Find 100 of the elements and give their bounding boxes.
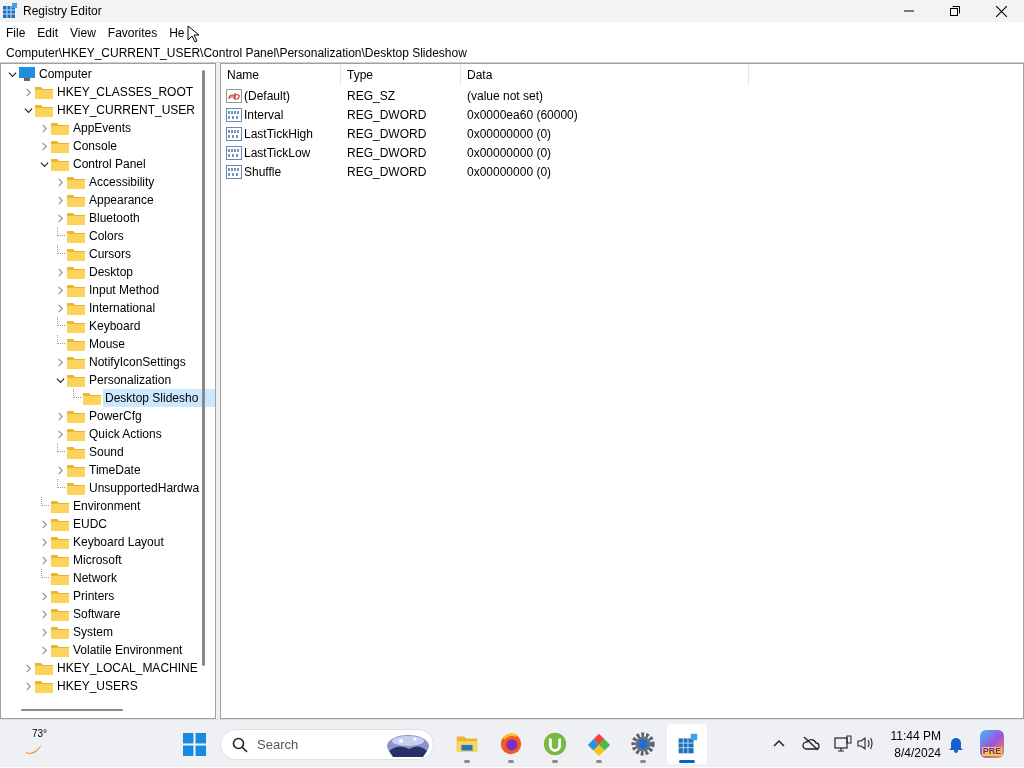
column-header[interactable]: Data [461,64,749,86]
value-type: REG_DWORD [347,126,427,141]
tree-item[interactable]: Control Panel [71,155,148,173]
expand-chevron-icon[interactable] [55,213,65,223]
folder-icon [67,427,85,441]
collapse-chevron-icon[interactable] [23,105,33,115]
expand-chevron-icon[interactable] [39,141,49,151]
collapse-chevron-icon[interactable] [7,69,17,79]
expand-chevron-icon[interactable] [55,303,65,313]
tree-item[interactable]: Keyboard [87,317,143,335]
notification-bell-icon[interactable] [948,735,964,753]
tree-item[interactable]: Appearance [87,191,156,209]
clock-date[interactable]: 8/4/2024 [894,744,941,762]
tree-item[interactable]: HKEY_CURRENT_USER [55,101,198,119]
value-name[interactable]: LastTickHigh [244,124,313,143]
horizontal-scrollbar[interactable] [21,709,123,711]
expand-chevron-icon[interactable] [39,537,49,547]
expand-chevron-icon[interactable] [55,177,65,187]
tree-item[interactable]: HKEY_CLASSES_ROOT [55,83,196,101]
chevron-up-icon[interactable] [773,739,785,747]
expand-chevron-icon[interactable] [23,663,33,673]
menu-item[interactable]: File [0,22,32,43]
tree-item[interactable]: Desktop Slidesho [103,389,215,407]
value-name[interactable]: LastTickLow [244,143,311,162]
tree-item[interactable]: PowerCfg [87,407,144,425]
collapse-chevron-icon[interactable] [55,375,65,385]
tree-item[interactable]: Computer [37,65,94,83]
tree-item[interactable]: UnsupportedHardwa [87,479,202,497]
expand-chevron-icon[interactable] [55,195,65,205]
tree-item[interactable]: Colors [87,227,126,245]
expand-chevron-icon[interactable] [55,285,65,295]
tree-item[interactable]: Microsoft [71,551,124,569]
expand-chevron-icon[interactable] [39,123,49,133]
gear-icon [630,731,656,757]
expand-chevron-icon[interactable] [55,465,65,475]
folder-icon [51,499,69,513]
expand-chevron-icon[interactable] [39,627,49,637]
expand-chevron-icon[interactable] [23,87,33,97]
tree-item[interactable]: TimeDate [87,461,143,479]
tree-item[interactable]: Cursors [87,245,133,263]
clock-time[interactable]: 11:44 PM [890,727,941,745]
start-button[interactable] [183,733,206,756]
expand-chevron-icon[interactable] [39,645,49,655]
volume-icon[interactable] [857,736,874,751]
column-header[interactable]: Name [221,64,341,86]
tree-item[interactable]: Desktop [87,263,136,281]
expand-chevron-icon[interactable] [39,591,49,601]
folder-icon [51,571,69,585]
tree-item[interactable]: Input Method [87,281,162,299]
expand-chevron-icon[interactable] [55,267,65,277]
folder-icon [35,661,53,675]
tree-item[interactable]: Personalization [87,371,174,389]
tree-item[interactable]: AppEvents [71,119,134,137]
value-name[interactable]: Interval [244,105,284,124]
tree-item[interactable]: EUDC [71,515,109,533]
address-bar[interactable]: Computer\HKEY_CURRENT_USER\Control Panel\Personalization\Desktop Slideshow [6,43,467,62]
tree-item[interactable]: Keyboard Layout [71,533,166,551]
search-placeholder: Search [257,735,299,754]
value-name[interactable]: Shuffle [244,162,282,181]
expand-chevron-icon[interactable] [39,555,49,565]
collapse-chevron-icon[interactable] [39,159,49,169]
tree-item[interactable]: NotifyIconSettings [87,353,188,371]
restore-icon [950,6,960,16]
vertical-scrollbar[interactable] [202,70,205,666]
expand-chevron-icon[interactable] [55,429,65,439]
folder-icon [83,391,101,405]
value-name[interactable]: (Default) [244,86,290,105]
weather-widget[interactable]: 73° [18,724,54,764]
tree-item[interactable]: HKEY_LOCAL_MACHINE [55,659,200,677]
tree-item[interactable]: Quick Actions [87,425,164,443]
tree-item[interactable]: International [87,299,158,317]
tree-item[interactable]: Mouse [87,335,128,353]
expand-chevron-icon[interactable] [55,411,65,421]
tree-item[interactable]: Sound [87,443,126,461]
tree-item[interactable]: Environment [71,497,143,515]
tree-item[interactable]: Network [71,569,119,587]
tree-item[interactable]: Software [71,605,123,623]
taskbar-app-button[interactable] [667,724,707,764]
folder-icon [67,211,85,225]
tree-item[interactable]: Printers [71,587,117,605]
cloud-off-icon[interactable] [802,736,820,751]
copilot-icon[interactable]: PRE [980,730,1004,758]
menu-item[interactable]: Favorites [101,22,164,43]
menu-item[interactable]: He [163,22,191,43]
menu-item[interactable]: Edit [31,22,65,43]
tree-item[interactable]: Bluetooth [87,209,142,227]
expand-chevron-icon[interactable] [55,357,65,367]
tree-item[interactable]: Console [71,137,120,155]
expand-chevron-icon[interactable] [39,609,49,619]
tree-item[interactable]: Accessibility [87,173,157,191]
expand-chevron-icon[interactable] [39,519,49,529]
expand-chevron-icon[interactable] [23,681,33,691]
menu-item[interactable]: View [64,22,102,43]
network-icon[interactable] [834,735,852,753]
tree-item[interactable]: Volatile Environment [71,641,185,659]
column-header[interactable]: Type [341,64,461,86]
tree-item[interactable]: System [71,623,115,641]
folder-icon [51,643,69,657]
search-field[interactable]: Search [220,729,434,760]
tree-item[interactable]: HKEY_USERS [55,677,140,695]
